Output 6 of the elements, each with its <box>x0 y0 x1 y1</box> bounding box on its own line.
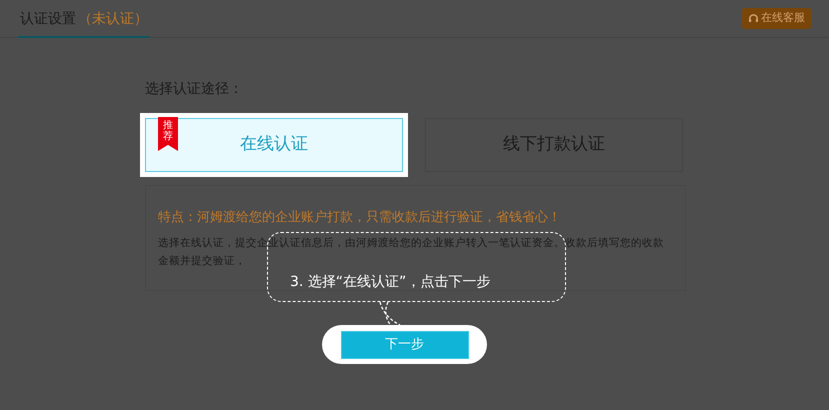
recommend-ribbon: 推荐 <box>158 117 178 151</box>
next-button[interactable]: 下一步 <box>340 330 468 358</box>
feature-headline: 特点：河姆渡给您的企业账户打款，只需收款后进行验证，省钱省心！ <box>158 209 562 227</box>
online-service-button[interactable]: 在线客服 <box>742 8 811 29</box>
status-label: （未认证） <box>78 10 148 28</box>
headset-icon <box>748 13 759 24</box>
